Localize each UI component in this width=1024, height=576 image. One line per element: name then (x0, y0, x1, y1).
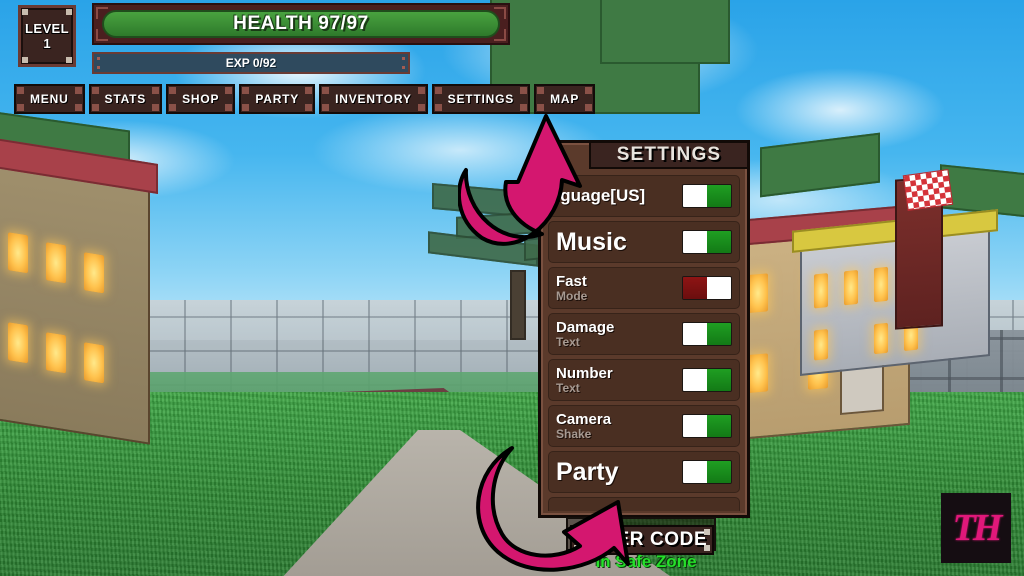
settings-row-sublabel: Text (556, 334, 580, 349)
menu-button-settings[interactable]: SETTINGS (431, 84, 531, 114)
building-left (0, 136, 158, 445)
settings-row-number-text[interactable]: Number Text (548, 359, 740, 401)
menu-button-party[interactable]: PARTY (239, 84, 316, 114)
health-bar: HEALTH 97/97 (92, 3, 510, 45)
settings-panel: Language[US] Music Fast Mode (538, 140, 750, 518)
menu-button-inventory[interactable]: INVENTORY (319, 84, 428, 114)
corner-decoration (22, 57, 28, 63)
treetop-right (600, 0, 730, 64)
corner-decoration (66, 9, 72, 15)
toggle-language[interactable] (682, 184, 732, 208)
settings-panel-title: SETTINGS (589, 141, 749, 169)
settings-row-label: Language[US] (548, 186, 646, 206)
menu-button-label: INVENTORY (335, 92, 412, 106)
toggle-music[interactable] (682, 230, 732, 254)
enter-code-label: ENTER CODE (576, 529, 708, 550)
toggle-party[interactable] (682, 460, 732, 484)
health-bar-text: HEALTH 97/97 (233, 13, 369, 34)
settings-row-label: Music (556, 227, 627, 256)
menu-button-label: STATS (104, 92, 147, 106)
menu-button-label: MENU (30, 92, 69, 106)
settings-row-label: Party (556, 457, 619, 486)
settings-row-sublabel: Mode (556, 288, 588, 303)
settings-row-sublabel: Text (556, 380, 580, 395)
enter-code-button[interactable]: ENTER CODE (570, 525, 714, 555)
corner-dot (402, 66, 405, 69)
settings-row-party[interactable]: Party (548, 451, 740, 493)
settings-row-label: Number (556, 364, 613, 382)
menu-button-label: SETTINGS (447, 92, 515, 106)
corner-dot (402, 57, 405, 60)
settings-row-partial[interactable] (548, 497, 740, 511)
settings-rows: Language[US] Music Fast Mode (548, 175, 740, 511)
settings-row-label: Fast (556, 272, 587, 290)
main-menu-bar: MENU STATS SHOP PARTY INVENTORY SETTINGS… (14, 84, 596, 114)
safe-zone-status: In Safe Zone (595, 552, 697, 571)
settings-row-label: Damage (556, 318, 615, 336)
corner-decoration (66, 57, 72, 63)
settings-row-language[interactable]: Language[US] (548, 175, 740, 217)
corner-decoration (22, 9, 28, 15)
level-indicator: LEVEL 1 (18, 5, 76, 67)
menu-button-map[interactable]: MAP (534, 84, 596, 114)
menu-button-label: MAP (550, 92, 580, 106)
settings-row-fast-mode[interactable]: Fast Mode (548, 267, 740, 309)
level-label: LEVEL (25, 21, 69, 36)
corner-dot (97, 57, 100, 60)
toggle-damage-text[interactable] (682, 322, 732, 346)
watermark-text: TH (952, 507, 1003, 549)
corner-dot (97, 66, 100, 69)
menu-button-shop[interactable]: SHOP (166, 84, 236, 114)
menu-button-label: PARTY (255, 92, 300, 106)
game-screen: LEVEL 1 HEALTH 97/97 EXP 0/92 MENU STATS… (0, 0, 1024, 576)
settings-row-label: Camera (556, 410, 612, 428)
toggle-number-text[interactable] (682, 368, 732, 392)
watermark-logo: TH (941, 493, 1011, 563)
menu-button-label: SHOP (182, 92, 220, 106)
settings-row-sublabel: Shake (556, 426, 592, 441)
toggle-fast-mode[interactable] (682, 276, 732, 300)
settings-row-damage-text[interactable]: Damage Text (548, 313, 740, 355)
settings-row-music[interactable]: Music (548, 221, 740, 263)
health-bar-fill: HEALTH 97/97 (102, 10, 500, 38)
settings-row-camera-shake[interactable]: Camera Shake (548, 405, 740, 447)
toggle-camera-shake[interactable] (682, 414, 732, 438)
checkered-flag (902, 168, 954, 212)
exp-bar-text: EXP 0/92 (225, 56, 277, 70)
menu-button-menu[interactable]: MENU (14, 84, 85, 114)
menu-button-stats[interactable]: STATS (88, 84, 163, 114)
level-value: 1 (43, 36, 51, 51)
exp-bar: EXP 0/92 (92, 52, 410, 74)
